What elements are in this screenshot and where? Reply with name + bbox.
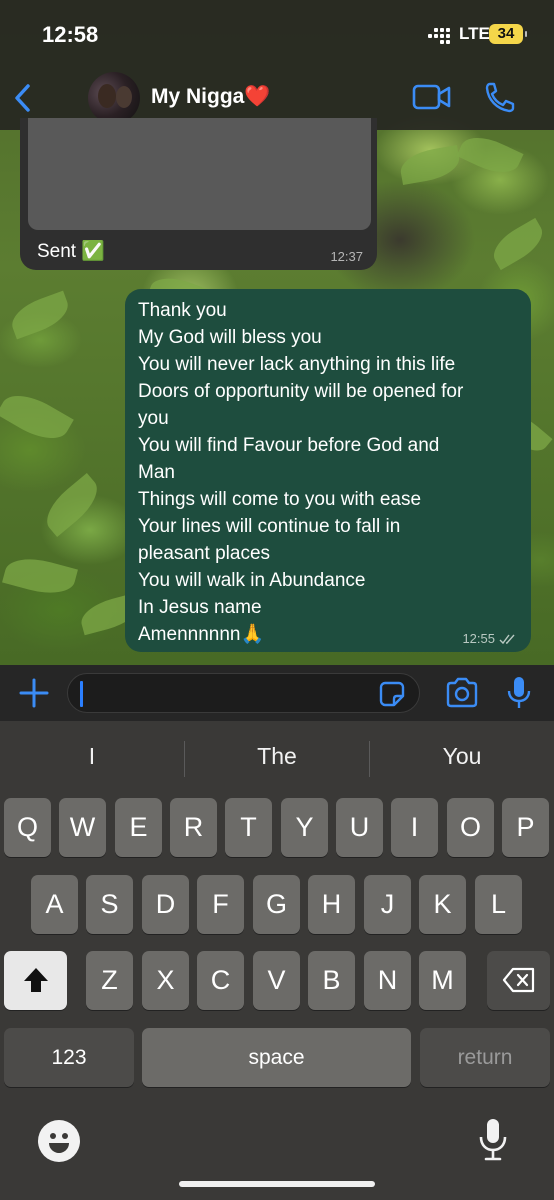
key-k[interactable]: K (419, 875, 466, 934)
message-composer (0, 665, 554, 721)
key-x[interactable]: X (142, 951, 189, 1010)
key-j[interactable]: J (364, 875, 411, 934)
microphone-icon (479, 1119, 507, 1161)
key-t[interactable]: T (225, 798, 272, 857)
message-line: you (138, 408, 169, 429)
key-e[interactable]: E (115, 798, 162, 857)
message-line: Doors of opportunity will be opened for (138, 381, 464, 402)
key-o[interactable]: O (447, 798, 494, 857)
camera-icon (446, 677, 478, 708)
suggestion-item[interactable]: The (185, 743, 369, 770)
key-f[interactable]: F (197, 875, 244, 934)
key-y[interactable]: Y (281, 798, 328, 857)
video-camera-icon (412, 84, 451, 110)
back-button[interactable] (10, 80, 38, 116)
message-line: pleasant places (138, 543, 271, 564)
key-q[interactable]: Q (4, 798, 51, 857)
message-line: You will walk in Abundance (138, 570, 366, 591)
message-line: Man (138, 462, 175, 483)
dictation-button[interactable] (478, 1117, 508, 1163)
media-preview[interactable] (28, 118, 371, 230)
key-v[interactable]: V (253, 951, 300, 1010)
voice-call-button[interactable] (484, 80, 516, 114)
key-s[interactable]: S (86, 875, 133, 934)
key-h[interactable]: H (308, 875, 355, 934)
incoming-message[interactable]: Sent ✅ 12:37 (20, 118, 377, 270)
emoji-icon (49, 1133, 69, 1153)
microphone-icon (507, 677, 531, 708)
plus-icon (19, 678, 49, 708)
status-time: 12:58 (42, 22, 99, 47)
chevron-left-icon (15, 84, 30, 112)
message-meta: 12:55 (462, 631, 517, 646)
key-u[interactable]: U (336, 798, 383, 857)
sticker-button[interactable] (379, 681, 405, 707)
shift-arrow-icon (23, 968, 48, 992)
message-time: 12:37 (330, 249, 363, 264)
outgoing-message[interactable]: Thank you My God will bless you You will… (125, 289, 531, 652)
message-line: Things will come to you with ease (138, 489, 422, 510)
key-a[interactable]: A (31, 875, 78, 934)
network-label: LTE (459, 24, 490, 43)
battery-icon: 34 (489, 24, 527, 44)
message-input[interactable] (67, 673, 420, 713)
message-time: 12:55 (462, 631, 495, 646)
key-n[interactable]: N (364, 951, 411, 1010)
contact-name[interactable]: My Nigga❤️ (151, 85, 271, 109)
avatar[interactable] (88, 72, 140, 124)
message-line: You will find Favour before God and (138, 435, 440, 456)
numbers-key[interactable]: 123 (4, 1028, 134, 1087)
message-line: My God will bless you (138, 327, 322, 348)
return-key[interactable]: return (420, 1028, 550, 1087)
key-b[interactable]: B (308, 951, 355, 1010)
keyboard: I The You Q W E R T Y U I O P A S D F G … (0, 721, 554, 1200)
sticker-icon (379, 681, 405, 707)
video-call-button[interactable] (412, 82, 452, 112)
key-z[interactable]: Z (86, 951, 133, 1010)
message-line: Your lines will continue to fall in (138, 516, 401, 537)
key-c[interactable]: C (197, 951, 244, 1010)
key-w[interactable]: W (59, 798, 106, 857)
message-text: Thank you My God will bless you You will… (138, 297, 520, 648)
key-l[interactable]: L (475, 875, 522, 934)
signal-icon (428, 26, 454, 44)
backspace-key[interactable] (487, 951, 550, 1010)
message-line: Thank you (138, 300, 227, 321)
key-g[interactable]: G (253, 875, 300, 934)
suggestion-item[interactable]: You (370, 743, 554, 770)
message-line: In Jesus name (138, 597, 262, 618)
camera-button[interactable] (445, 677, 479, 709)
space-key[interactable]: space (142, 1028, 411, 1087)
key-d[interactable]: D (142, 875, 189, 934)
key-i[interactable]: I (391, 798, 438, 857)
message-line: You will never lack anything in this lif… (138, 354, 456, 375)
backspace-icon (502, 967, 534, 993)
shift-key[interactable] (4, 951, 67, 1010)
message-text: Sent ✅ (37, 241, 106, 262)
suggestion-item[interactable]: I (0, 743, 184, 770)
key-r[interactable]: R (170, 798, 217, 857)
phone-icon (485, 82, 515, 113)
key-p[interactable]: P (502, 798, 549, 857)
status-bar: 12:58 LTE 34 (0, 0, 554, 68)
text-cursor (80, 681, 83, 707)
suggestion-bar: I The You (0, 721, 554, 797)
attach-button[interactable] (18, 677, 50, 709)
key-m[interactable]: M (419, 951, 466, 1010)
voice-note-button[interactable] (506, 675, 532, 711)
home-indicator (179, 1181, 375, 1187)
double-check-icon (499, 634, 515, 644)
emoji-button[interactable] (38, 1120, 80, 1162)
